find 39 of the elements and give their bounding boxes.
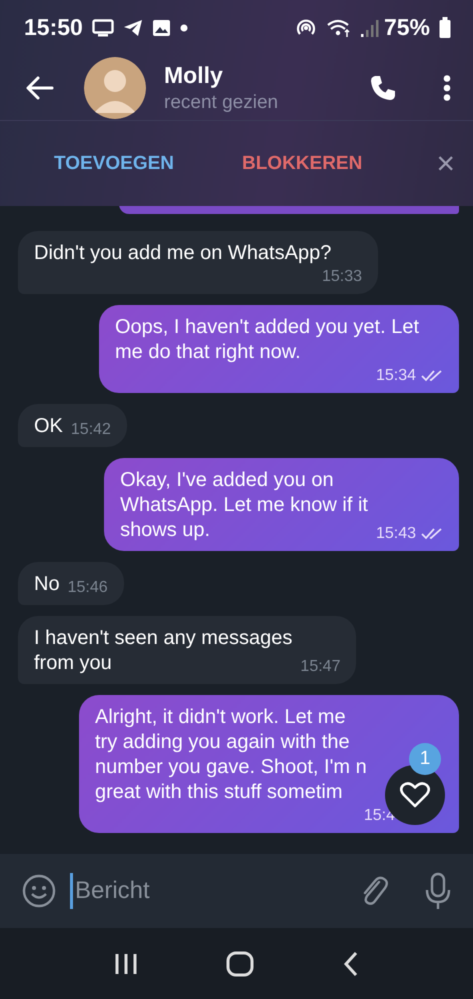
battery-percentage: 75% [384,14,430,41]
message-text: Oops, I haven't added you yet. Let me do that right now. [115,315,420,365]
battery-icon [439,16,451,38]
message-text: Okay, I've added you on WhatsApp. Let me know if it shows up. [120,468,368,543]
more-options-icon[interactable] [443,74,451,100]
back-icon[interactable] [342,950,359,976]
dot-icon [180,24,188,32]
phone-icon[interactable] [369,74,397,102]
message-text: OK [34,414,63,439]
clock-time: 15:50 [24,14,83,41]
message-time: 15:34 [376,367,416,385]
contact-name: Molly [164,62,224,88]
home-icon[interactable] [226,950,254,976]
avatar[interactable] [84,56,146,118]
message-time: 15:43 [376,525,416,543]
message-text: Alright, it didn't work. Let me try adding you again with the number you gave. Shoot, I'm n great with this stuff sometim [95,705,367,805]
wifi-icon [326,18,352,38]
message-time: 15:46 [68,579,108,597]
add-contact-button[interactable]: TOEVOEGEN [54,144,174,182]
message-composer[interactable]: Bericht [0,854,473,928]
heart-icon [400,782,430,808]
recent-apps-icon[interactable] [114,952,138,976]
message-time: 15:42 [70,421,111,439]
message-time: 15:33 [322,268,362,286]
paper-plane-icon [122,18,143,36]
screen-icon [92,18,114,36]
emoji-icon[interactable] [22,874,56,908]
close-button[interactable]: × [436,137,455,190]
block-button[interactable]: BLOKKEREN [242,144,362,182]
last-seen-status: recent gezien [164,92,280,114]
back-arrow-icon[interactable] [26,76,54,100]
message-input[interactable]: Bericht [70,873,345,909]
message-time: 15:47 [300,658,340,676]
message-text: No [34,572,60,597]
microphone-icon[interactable] [425,872,451,910]
image-icon [152,18,171,36]
message-text: I haven't seen any messages from you [34,626,292,676]
signal-icon [360,18,379,36]
message-text: Didn't you add me on WhatsApp? [34,241,332,266]
